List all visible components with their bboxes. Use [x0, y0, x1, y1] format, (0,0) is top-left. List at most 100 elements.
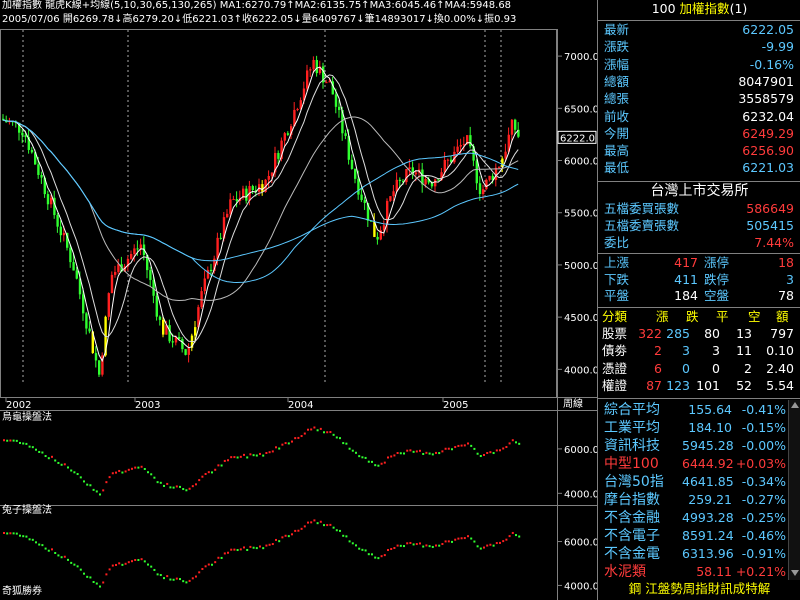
- signal-dot: [371, 553, 373, 556]
- main-chart-frame: [0, 29, 557, 398]
- candle-body: [312, 59, 315, 70]
- candle-body: [354, 168, 357, 179]
- scroll-down-icon[interactable]: [791, 570, 799, 576]
- footer-label: 奇狐勝券: [2, 586, 42, 597]
- signal-dot: [95, 582, 98, 585]
- signal-dot: [243, 546, 245, 549]
- category-header: 跌: [686, 309, 699, 324]
- category-down: 123: [666, 377, 690, 393]
- signal-dot: [25, 535, 28, 538]
- signal-dot: [86, 483, 89, 486]
- index-change: -0.91%: [741, 546, 786, 561]
- x-tick-label: 2004: [288, 400, 313, 411]
- signal-dot: [444, 447, 447, 450]
- signal-dot: [118, 469, 121, 472]
- candle-body: [414, 172, 418, 175]
- candle-body: [56, 215, 59, 227]
- signal-dot: [6, 439, 9, 442]
- scroll-up-icon[interactable]: [791, 402, 799, 408]
- candle-body: [514, 119, 517, 130]
- index-change: -0.46%: [741, 528, 786, 543]
- period-label: 周線: [563, 399, 583, 410]
- signal-dot: [15, 532, 18, 535]
- signal-dot: [495, 542, 498, 545]
- index-value: 184.10: [688, 420, 732, 435]
- candle-body: [69, 247, 72, 263]
- index-name: 台灣50指: [604, 474, 664, 490]
- sub2-title: 兔子操盤法: [2, 505, 52, 516]
- sub1-title: 烏龜操盤法: [2, 412, 52, 423]
- signal-dot: [348, 540, 351, 543]
- chart-canvas[interactable]: 7000.0 6500.0 6000.0 5500.0 5000.0 4500.0 4000…: [0, 0, 597, 600]
- signal-dot: [236, 549, 239, 552]
- candle-body: [136, 248, 139, 250]
- candle-body: [357, 178, 360, 195]
- signal-dot: [451, 540, 453, 543]
- quote-name: 加權指數: [679, 1, 730, 16]
- signal-dot: [147, 471, 149, 474]
- news-ticker[interactable]: 鋼 江盤勢周指財訊成特解: [598, 582, 800, 596]
- candle-body: [446, 159, 450, 161]
- category-amt: 0.10: [766, 343, 794, 359]
- candle-body: [350, 159, 354, 169]
- signal-dot: [486, 544, 489, 547]
- candle-body: [210, 269, 213, 272]
- signal-dot: [342, 534, 345, 537]
- signal-dot: [358, 455, 361, 458]
- signal-dot: [44, 547, 47, 550]
- signal-dot: [179, 578, 181, 581]
- signal-dot: [364, 549, 367, 552]
- signal-dot: [319, 427, 322, 430]
- signal-dot: [441, 542, 444, 545]
- x-tick-label: 2003: [135, 400, 160, 411]
- y-tick-label: 5000.0: [564, 261, 597, 272]
- quote-value: 6249.29: [742, 125, 794, 141]
- y-tick-label: 6000.0: [564, 538, 597, 549]
- signal-dot: [54, 551, 57, 554]
- signal-dot: [131, 467, 133, 470]
- index-change: -0.00%: [741, 438, 786, 453]
- category-down: 285: [666, 326, 690, 341]
- signal-dot: [31, 446, 34, 449]
- candle-body: [360, 194, 363, 201]
- candle-body: [30, 149, 34, 153]
- signal-dot: [124, 562, 127, 565]
- signal-dot: [409, 449, 412, 452]
- breadth-label: 上漲: [604, 255, 630, 270]
- signal-dot: [111, 564, 114, 567]
- category-header: 平: [716, 309, 729, 324]
- moving-average-line: [2, 119, 519, 283]
- signal-dot: [111, 472, 114, 475]
- signal-dot: [169, 578, 172, 581]
- signal-dot: [403, 452, 405, 455]
- index-name: 工業平均: [604, 420, 660, 436]
- signal-dot: [249, 545, 252, 548]
- chart-area[interactable]: 7000.0 6500.0 6000.0 5500.0 5000.0 4500.0 4000…: [0, 0, 597, 600]
- signal-dot: [281, 536, 284, 539]
- index-value: 155.64: [688, 402, 732, 417]
- signal-dot: [303, 525, 306, 528]
- signal-dot: [431, 453, 434, 456]
- signal-dot: [300, 527, 303, 530]
- signal-dot: [377, 464, 380, 467]
- signal-dot: [444, 540, 447, 543]
- signal-dot: [239, 548, 242, 551]
- signal-dot: [505, 538, 508, 541]
- quote-value: 6232.04: [742, 108, 794, 124]
- signal-dot: [479, 455, 482, 458]
- signal-dot: [271, 450, 274, 453]
- breadth-label: 跌停: [704, 271, 730, 287]
- signal-dot: [28, 445, 31, 448]
- signal-dot: [134, 466, 137, 469]
- index-change: -0.15%: [741, 420, 786, 435]
- signal-dot: [319, 520, 322, 523]
- candle-body: [130, 254, 133, 259]
- signal-dot: [54, 459, 57, 462]
- signal-dot: [12, 439, 15, 442]
- signal-dot: [243, 453, 245, 456]
- signal-dot: [35, 448, 37, 451]
- y-tick-label: 7000.0: [564, 52, 597, 63]
- scrollbar[interactable]: [788, 400, 800, 580]
- signal-dot: [140, 558, 143, 561]
- signal-dot: [428, 545, 431, 548]
